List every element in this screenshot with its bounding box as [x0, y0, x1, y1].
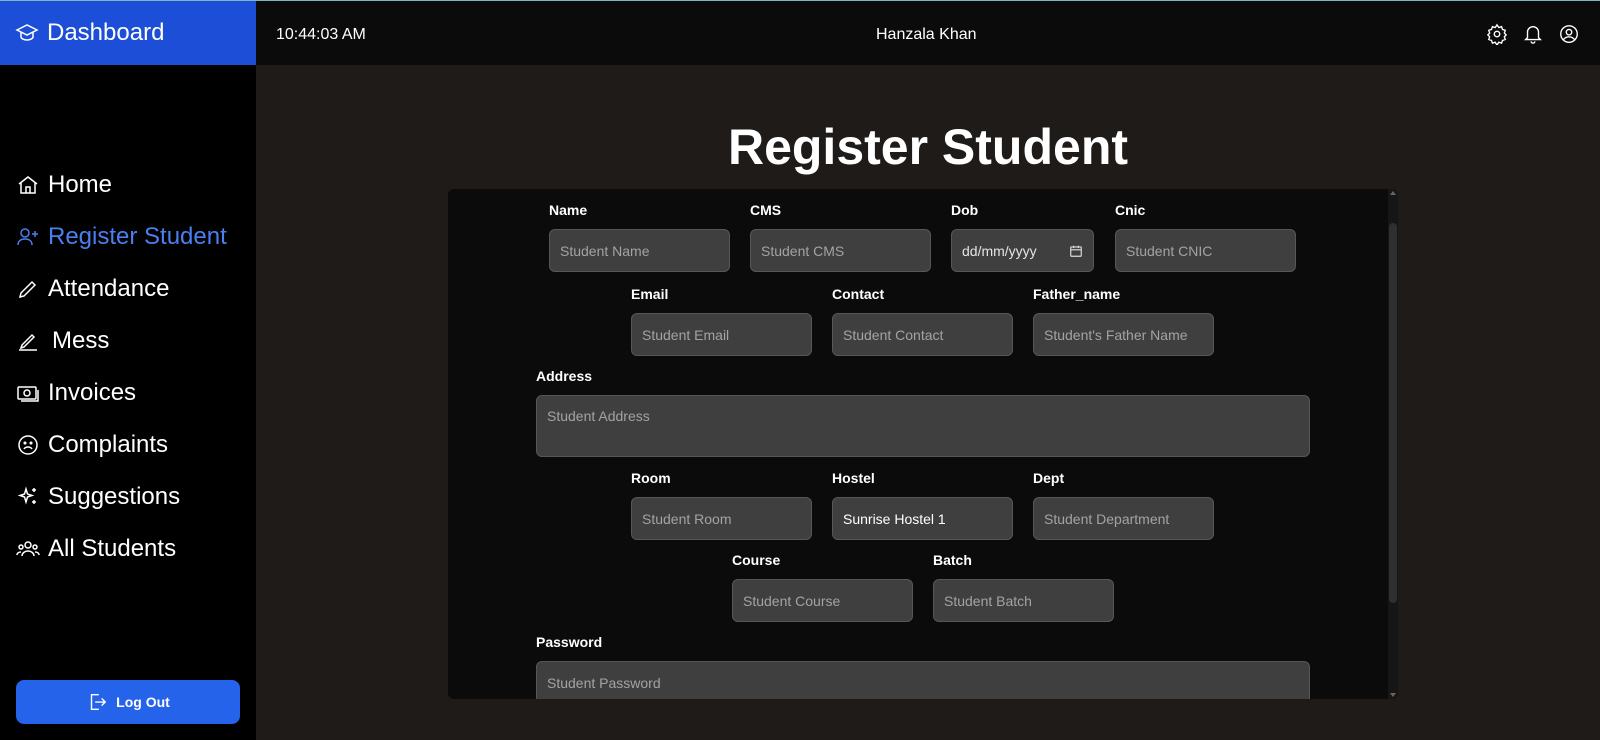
email-field-group: Email: [631, 286, 812, 356]
dob-placeholder: dd/mm/yyyy: [962, 242, 1037, 259]
sidebar-item-attendance[interactable]: Attendance: [16, 263, 227, 315]
dob-date-input[interactable]: dd/mm/yyyy: [951, 229, 1094, 272]
bell-icon[interactable]: [1522, 23, 1544, 45]
users-icon: [16, 541, 40, 557]
password-label: Password: [536, 634, 603, 650]
user-circle-icon[interactable]: [1558, 23, 1580, 45]
cnic-label: Cnic: [1115, 202, 1146, 218]
top-icons: [1486, 23, 1580, 45]
dept-label: Dept: [1033, 470, 1065, 486]
form-scrollbar[interactable]: [1388, 189, 1398, 699]
cms-label: CMS: [750, 202, 782, 218]
scroll-down-arrow[interactable]: [1390, 693, 1396, 697]
sidebar-item-label: Invoices: [48, 379, 137, 406]
password-field-group: Password: [536, 634, 1310, 699]
clock: 10:44:03 AM: [276, 26, 366, 43]
batch-label: Batch: [933, 552, 972, 568]
dob-field-group: Dob dd/mm/yyyy: [951, 202, 1094, 272]
course-label: Course: [732, 552, 781, 568]
brand-header[interactable]: Dashboard: [0, 0, 256, 65]
sidebar-item-label: Register Student: [48, 223, 227, 250]
cms-field-group: CMS: [750, 202, 931, 272]
room-field-group: Room: [631, 470, 812, 540]
hostel-label: Hostel: [832, 470, 875, 486]
address-field-group: Address: [536, 368, 1310, 462]
password-input[interactable]: [536, 661, 1310, 699]
contact-field-group: Contact: [832, 286, 1013, 356]
address-textarea[interactable]: [536, 395, 1310, 457]
sidebar-item-label: All Students: [48, 535, 177, 562]
sidebar: Dashboard Home Register Student Attendan…: [0, 0, 256, 740]
sidebar-item-all-students[interactable]: All Students: [16, 523, 227, 575]
address-label: Address: [536, 368, 593, 384]
sparkles-icon: [17, 486, 36, 505]
sidebar-nav: Home Register Student Attendance Mess In…: [16, 159, 227, 575]
contact-input[interactable]: [832, 313, 1013, 356]
sidebar-item-label: Home: [48, 171, 113, 198]
father-name-label: Father_name: [1033, 286, 1121, 302]
sidebar-item-invoices[interactable]: Invoices: [16, 367, 227, 419]
cms-input[interactable]: [750, 229, 931, 272]
sidebar-item-label: Mess: [52, 327, 110, 354]
pencil-icon: [18, 280, 37, 299]
email-input[interactable]: [631, 313, 812, 356]
room-input[interactable]: [631, 497, 812, 540]
logout-button[interactable]: Log Out: [16, 680, 240, 724]
logout-icon: [90, 693, 107, 711]
sidebar-item-suggestions[interactable]: Suggestions: [16, 471, 227, 523]
sidebar-item-home[interactable]: Home: [16, 159, 227, 211]
home-icon: [18, 176, 38, 194]
batch-input[interactable]: [933, 579, 1114, 622]
scroll-thumb[interactable]: [1389, 223, 1397, 603]
register-form: Name CMS Dob dd/mm/yyyy Cnic Email Conta…: [448, 189, 1398, 699]
name-input[interactable]: [549, 229, 730, 272]
pen-icon: [19, 333, 37, 351]
sidebar-item-label: Suggestions: [48, 483, 181, 510]
user-plus-icon: [17, 228, 38, 246]
calendar-icon[interactable]: [1069, 244, 1083, 258]
sidebar-item-label: Attendance: [48, 275, 170, 302]
name-field-group: Name: [549, 202, 730, 272]
sidebar-item-register-student[interactable]: Register Student: [16, 211, 227, 263]
father-name-field-group: Father_name: [1033, 286, 1214, 356]
batch-field-group: Batch: [933, 552, 1114, 622]
room-label: Room: [631, 470, 671, 486]
cnic-field-group: Cnic: [1115, 202, 1296, 272]
graduation-cap-icon: [15, 24, 39, 41]
name-label: Name: [549, 202, 588, 218]
top-bar: 10:44:03 AM Hanzala Khan: [256, 0, 1600, 65]
sidebar-item-mess[interactable]: Mess: [16, 315, 227, 367]
email-label: Email: [631, 286, 669, 302]
sidebar-item-complaints[interactable]: Complaints: [16, 419, 227, 471]
scroll-up-arrow[interactable]: [1390, 191, 1396, 195]
hostel-input[interactable]: [832, 497, 1013, 540]
dob-label: Dob: [951, 202, 979, 218]
course-input[interactable]: [732, 579, 913, 622]
user-name: Hanzala Khan: [876, 26, 977, 43]
sidebar-item-label: Complaints: [48, 431, 169, 458]
hostel-field-group: Hostel: [832, 470, 1013, 540]
page-title: Register Student: [727, 119, 1129, 175]
frown-icon: [18, 435, 38, 455]
dept-input[interactable]: [1033, 497, 1214, 540]
dept-field-group: Dept: [1033, 470, 1214, 540]
gear-icon[interactable]: [1486, 23, 1508, 45]
cnic-input[interactable]: [1115, 229, 1296, 272]
course-field-group: Course: [732, 552, 913, 622]
father-name-input[interactable]: [1033, 313, 1214, 356]
brand-title: Dashboard: [47, 19, 165, 46]
logout-label: Log Out: [116, 694, 170, 710]
contact-label: Contact: [832, 286, 885, 302]
banknote-icon: [17, 386, 39, 402]
